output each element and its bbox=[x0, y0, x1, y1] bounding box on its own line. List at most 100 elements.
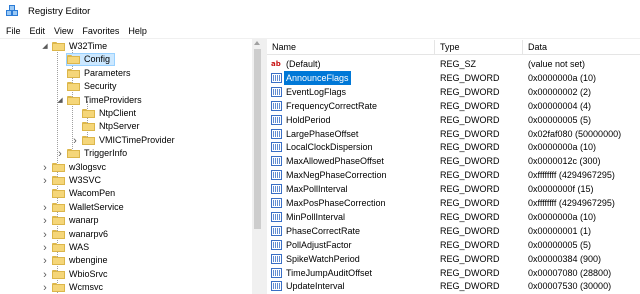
value-row[interactable]: MaxPosPhaseCorrection REG_DWORD 0xffffffff… bbox=[267, 196, 640, 210]
tree-scrollbar[interactable] bbox=[252, 39, 263, 294]
value-name: LargePhaseOffset bbox=[286, 128, 359, 139]
tree-item[interactable]: › Wcmsvc bbox=[0, 281, 263, 294]
tree-item-label: Config bbox=[84, 54, 111, 65]
folder-icon bbox=[82, 121, 95, 132]
tree-item[interactable]: › VMICTimeProvider bbox=[0, 134, 263, 147]
tree-item-label: W32Time bbox=[69, 41, 108, 51]
tree-item[interactable]: NtpClient bbox=[0, 107, 263, 120]
tree-item[interactable]: › W3SVC bbox=[0, 174, 263, 187]
value-type: REG_DWORD bbox=[440, 170, 500, 181]
menu-favorites[interactable]: Favorites bbox=[82, 26, 119, 36]
value-row[interactable]: MinPollInterval REG_DWORD 0x0000000a (10) bbox=[267, 210, 640, 224]
chevron-right-icon[interactable]: › bbox=[41, 216, 49, 227]
tree-item[interactable]: › wbengine bbox=[0, 254, 263, 267]
value-row[interactable]: UpdateInterval REG_DWORD 0x00007530 (30000… bbox=[267, 279, 640, 293]
value-row[interactable]: PhaseCorrectRate REG_DWORD 0x00000001 (1) bbox=[267, 224, 640, 238]
value-row[interactable]: HoldPeriod REG_DWORD 0x00000005 (5) bbox=[267, 113, 640, 127]
dword-value-icon bbox=[271, 170, 282, 181]
value-row[interactable]: MaxAllowedPhaseOffset REG_DWORD 0x0000012c… bbox=[267, 154, 640, 168]
value-row[interactable]: MaxPollInterval REG_DWORD 0x0000000f (15) bbox=[267, 182, 640, 196]
value-name: MaxNegPhaseCorrection bbox=[286, 170, 387, 181]
value-row[interactable]: SpikeWatchPeriod REG_DWORD 0x00000384 (900… bbox=[267, 252, 640, 266]
column-data-header[interactable]: Data bbox=[523, 39, 640, 55]
folder-icon bbox=[52, 282, 65, 293]
tree-item[interactable]: › wanarp bbox=[0, 214, 263, 227]
menu-bar: File Edit View Favorites Help bbox=[0, 22, 640, 39]
tree-item[interactable]: ◢ TimeProviders bbox=[0, 94, 263, 107]
chevron-down-icon[interactable]: ◢ bbox=[56, 97, 64, 105]
tree-item[interactable]: › TriggerInfo bbox=[0, 147, 263, 160]
scrollbar-thumb[interactable] bbox=[254, 49, 261, 229]
folder-icon bbox=[52, 188, 65, 199]
value-data: 0x0000012c (300) bbox=[528, 156, 601, 167]
value-row[interactable]: PollAdjustFactor REG_DWORD 0x00000005 (5) bbox=[267, 238, 640, 252]
value-type: REG_DWORD bbox=[440, 100, 500, 111]
tree-item[interactable]: NtpServer bbox=[0, 120, 263, 133]
tree-item[interactable]: › WAS bbox=[0, 241, 263, 254]
value-data: 0x00000002 (2) bbox=[528, 86, 592, 97]
chevron-right-icon[interactable]: › bbox=[41, 162, 49, 173]
tree-item-label: WbioSrvc bbox=[69, 268, 108, 279]
folder-icon bbox=[52, 242, 65, 252]
dword-value-icon bbox=[271, 281, 282, 292]
chevron-right-icon[interactable]: › bbox=[41, 256, 49, 267]
scroll-up-icon[interactable] bbox=[254, 41, 260, 45]
dword-value-icon bbox=[271, 225, 282, 236]
folder-icon bbox=[52, 162, 65, 172]
dword-value-icon bbox=[271, 72, 282, 83]
chevron-right-icon[interactable]: › bbox=[41, 202, 49, 213]
value-data: 0x00000005 (5) bbox=[528, 114, 592, 125]
tree-item[interactable]: › wanarpv6 bbox=[0, 228, 263, 241]
folder-icon bbox=[52, 215, 65, 226]
tree-item[interactable]: Security bbox=[0, 80, 263, 93]
value-row[interactable]: EventLogFlags REG_DWORD 0x00000002 (2) bbox=[267, 85, 640, 99]
dword-value-icon bbox=[271, 184, 282, 195]
tree-item-label: Wcmsvc bbox=[69, 282, 103, 293]
value-row[interactable]: LocalClockDispersion REG_DWORD 0x0000000a … bbox=[267, 140, 640, 154]
value-name: AnnounceFlags bbox=[284, 70, 351, 85]
key-tree[interactable]: ◢ W32Time Config Parameters Security ◢ TimePro… bbox=[0, 39, 263, 294]
menu-help[interactable]: Help bbox=[128, 26, 147, 36]
value-row[interactable]: LargePhaseOffset REG_DWORD 0x02faf080 (500… bbox=[267, 127, 640, 141]
chevron-right-icon[interactable]: › bbox=[56, 149, 64, 160]
value-data: 0x0000000a (10) bbox=[528, 142, 597, 153]
tree-item[interactable]: ◢ W32Time bbox=[0, 40, 263, 53]
column-name-header[interactable]: Name bbox=[267, 39, 434, 55]
chevron-down-icon[interactable]: ◢ bbox=[41, 43, 49, 51]
chevron-right-icon[interactable]: › bbox=[41, 229, 49, 240]
value-type: REG_DWORD bbox=[440, 86, 500, 97]
menu-edit[interactable]: Edit bbox=[30, 26, 46, 36]
tree-item[interactable]: › WalletService bbox=[0, 201, 263, 214]
chevron-right-icon[interactable]: › bbox=[41, 243, 49, 254]
menu-view[interactable]: View bbox=[54, 26, 73, 36]
value-row[interactable]: FrequencyCorrectRate REG_DWORD 0x00000004 … bbox=[267, 99, 640, 113]
value-name: EventLogFlags bbox=[286, 86, 347, 97]
chevron-right-icon[interactable]: › bbox=[41, 269, 49, 280]
tree-item[interactable]: WacomPen bbox=[0, 187, 263, 200]
chevron-right-icon[interactable]: › bbox=[41, 176, 49, 187]
value-name: SpikeWatchPeriod bbox=[286, 253, 360, 264]
tree-item[interactable]: › w3logsvc bbox=[0, 161, 263, 174]
chevron-right-icon[interactable]: › bbox=[41, 283, 49, 294]
value-row[interactable]: MaxNegPhaseCorrection REG_DWORD 0xffffffff… bbox=[267, 168, 640, 182]
values-list[interactable]: Name Type Data ab (Default) REG_SZ (value n… bbox=[267, 39, 640, 294]
value-type: REG_DWORD bbox=[440, 72, 500, 83]
tree-item[interactable]: Config bbox=[0, 53, 263, 67]
column-type-header[interactable]: Type bbox=[435, 39, 522, 55]
value-row[interactable]: TimeJumpAuditOffset REG_DWORD 0x00007080 (… bbox=[267, 266, 640, 280]
value-data: 0xffffffff (4294967295) bbox=[528, 198, 615, 208]
tree-item[interactable]: Parameters bbox=[0, 67, 263, 80]
folder-icon bbox=[52, 229, 65, 239]
value-data: 0x00007530 (30000) bbox=[528, 281, 612, 292]
value-row[interactable]: ab (Default) REG_SZ (value not set) bbox=[267, 57, 640, 71]
value-row[interactable]: AnnounceFlags REG_DWORD 0x0000000a (10) bbox=[267, 70, 640, 85]
tree-item-label: WalletService bbox=[69, 201, 124, 212]
tree-item-label: NtpClient bbox=[99, 108, 137, 118]
chevron-right-icon[interactable]: › bbox=[71, 135, 79, 146]
dword-value-icon bbox=[271, 267, 282, 278]
value-name: MaxPollInterval bbox=[286, 184, 348, 195]
tree-item[interactable]: › WbioSrvc bbox=[0, 268, 263, 281]
menu-file[interactable]: File bbox=[6, 26, 21, 36]
tree-item-label: wanarpv6 bbox=[69, 228, 109, 239]
value-name: PhaseCorrectRate bbox=[286, 225, 361, 236]
